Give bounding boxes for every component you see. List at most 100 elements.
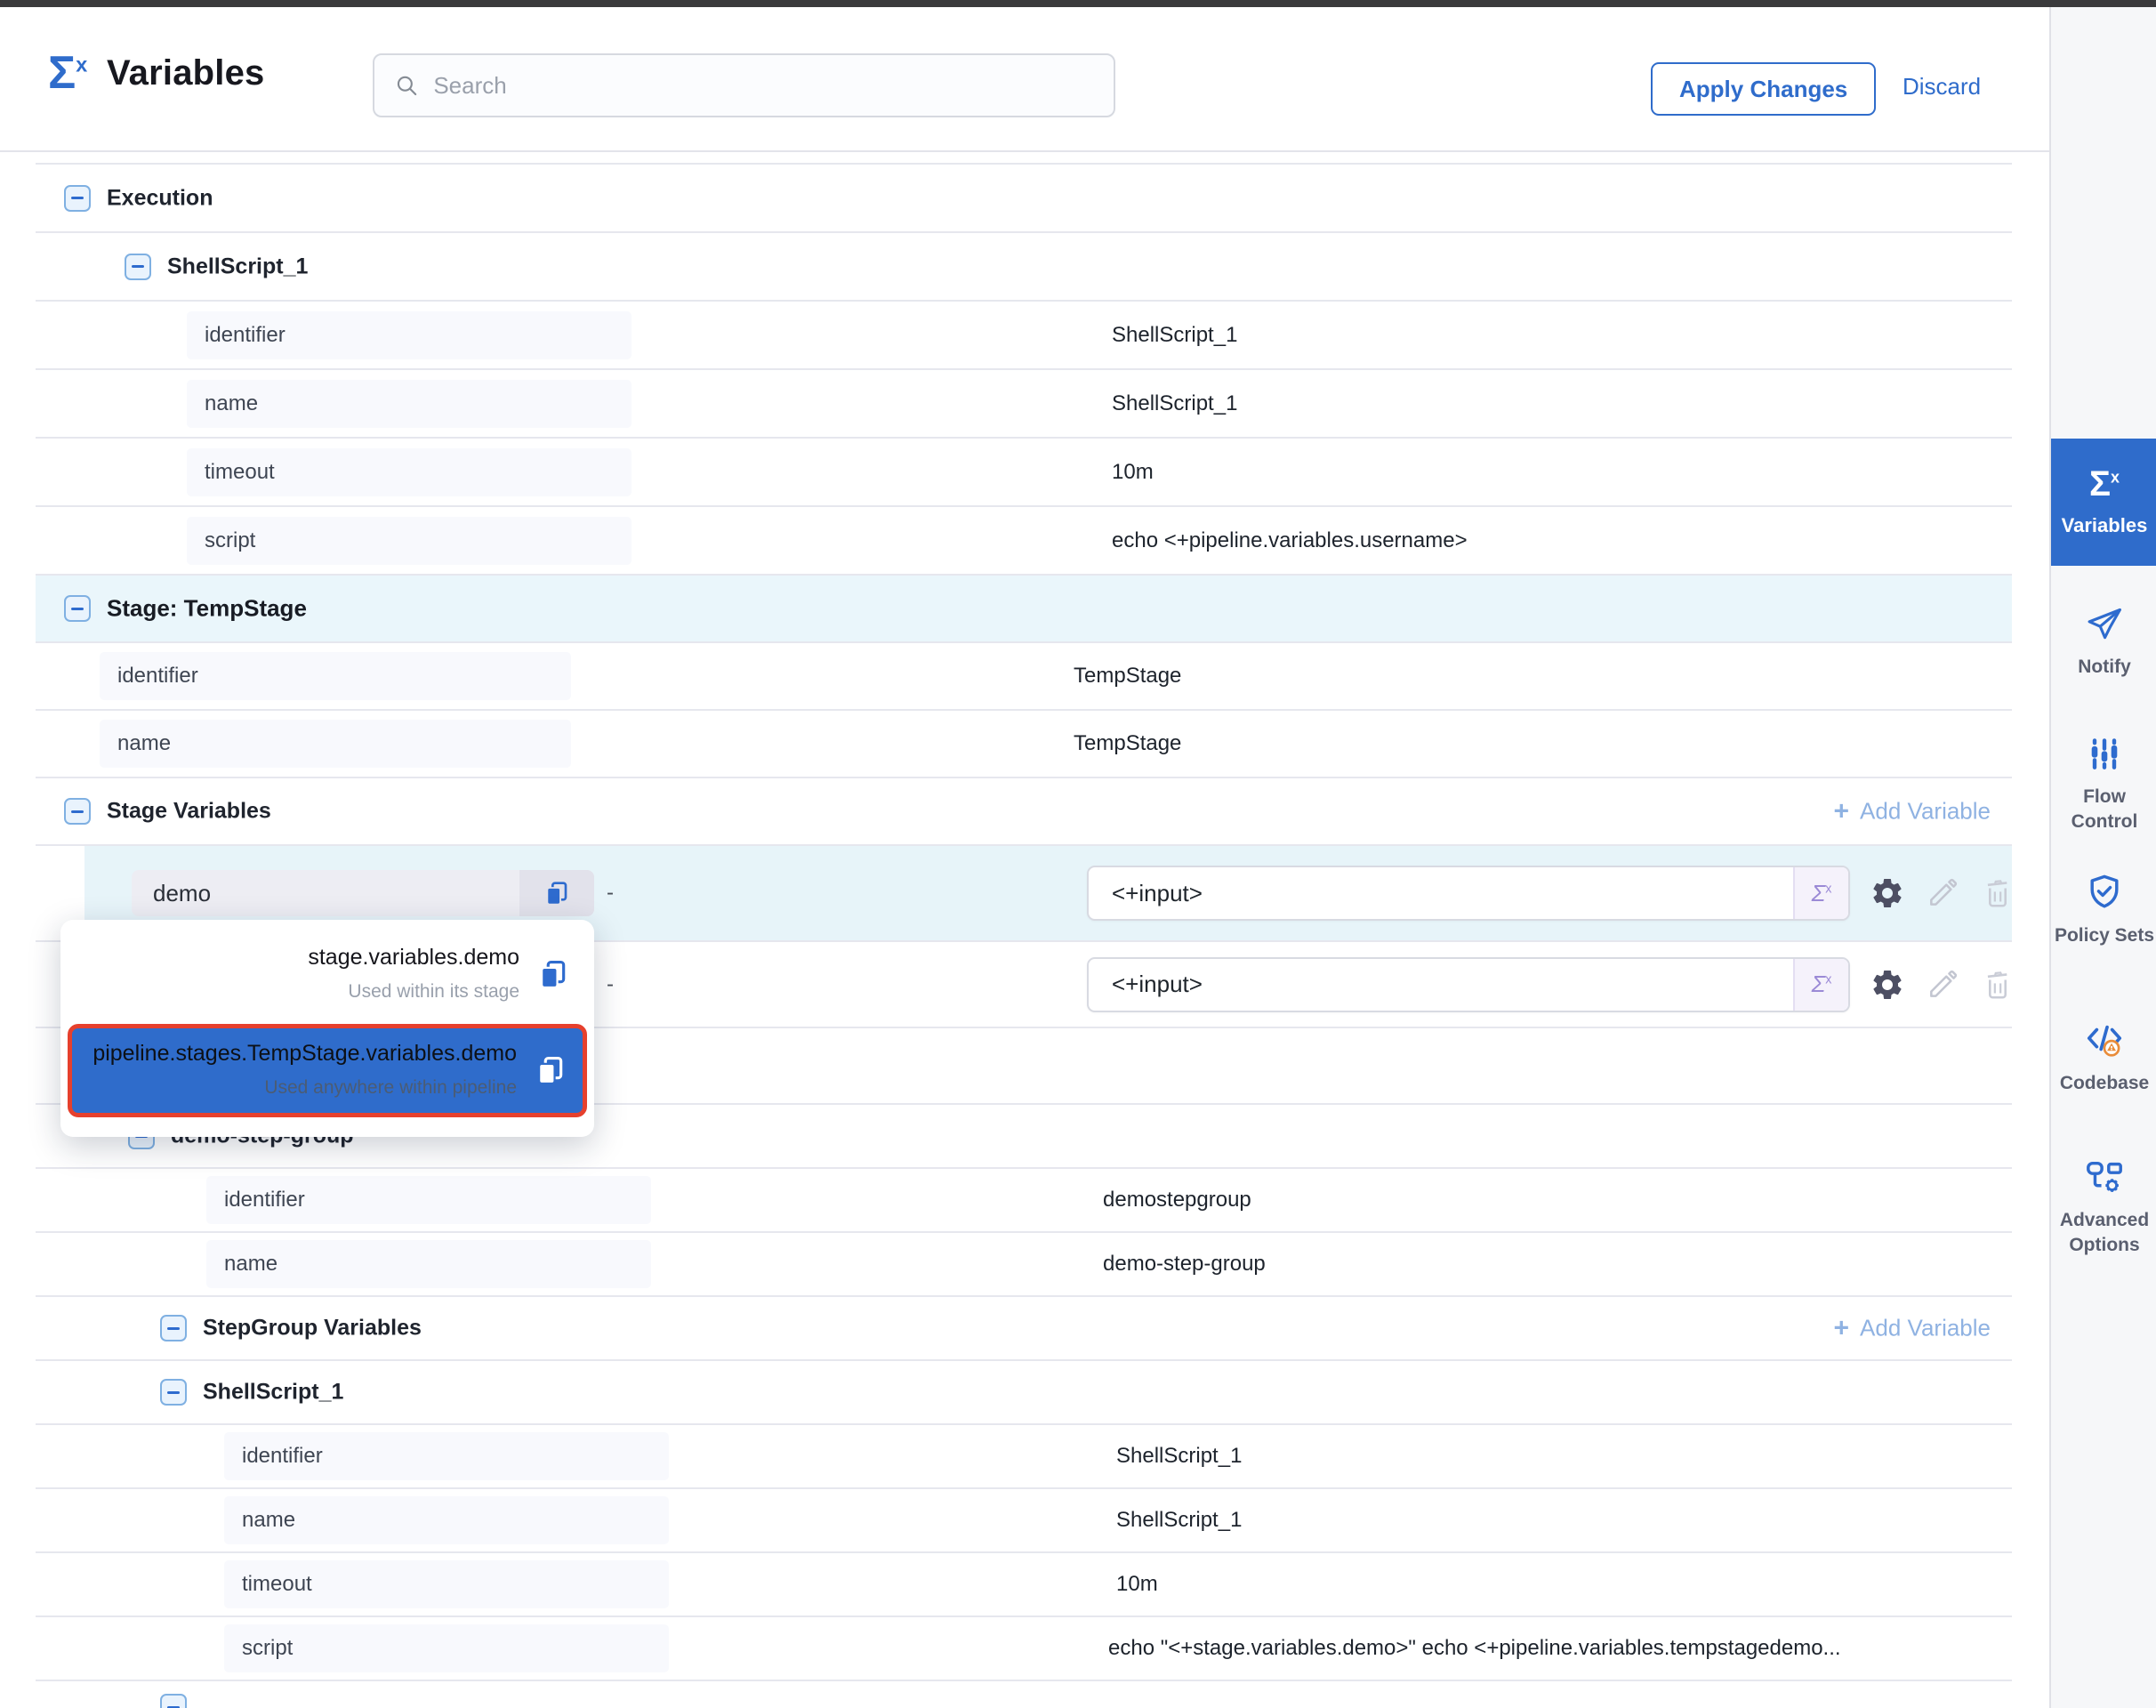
trash-icon xyxy=(1981,968,2015,1002)
sidebar-item-advanced-options[interactable]: Advanced Options xyxy=(2051,1156,2156,1259)
collapse-minus-icon[interactable] xyxy=(64,185,91,212)
value-text: demo-step-group xyxy=(1103,1252,1266,1277)
edit-button[interactable] xyxy=(1923,965,1962,1004)
value-text: ShellScript_1 xyxy=(1112,323,1237,348)
delete-button[interactable] xyxy=(1978,965,2017,1004)
discard-button[interactable]: Discard xyxy=(1903,73,1981,101)
sidebar-item-flow-control[interactable]: Flow Control xyxy=(2051,735,2156,835)
variable-scope-text: Used anywhere within pipeline xyxy=(93,1077,517,1099)
key-field: identifier xyxy=(187,311,632,359)
expression-sigma-icon[interactable]: Σx xyxy=(1793,959,1848,1011)
tree-label: Stage: TempStage xyxy=(107,595,307,623)
value-text: 10m xyxy=(1116,1572,1158,1597)
variable-path-popup: stage.variables.demo Used within its sta… xyxy=(60,920,594,1137)
plus-icon: + xyxy=(1834,798,1850,825)
variables-sigma-logo-icon: Σx xyxy=(48,50,87,96)
variable-name: demo xyxy=(132,880,519,907)
tree-label: Stage Variables xyxy=(107,799,271,825)
delete-button[interactable] xyxy=(1978,874,2017,913)
key-field: script xyxy=(187,517,632,565)
search-box[interactable] xyxy=(373,53,1115,117)
sliders-icon xyxy=(2085,735,2124,774)
copy-icon[interactable] xyxy=(533,1053,567,1087)
collapse-minus-icon[interactable] xyxy=(160,1694,187,1708)
sidebar-item-policy-sets[interactable]: Policy Sets xyxy=(2051,872,2156,948)
tree-row-execution[interactable]: Execution xyxy=(36,165,2012,233)
key-field: identifier xyxy=(224,1432,669,1480)
add-variable-button[interactable]: + Add Variable xyxy=(1834,798,1991,826)
sidebar-item-label: Codebase xyxy=(2060,1071,2149,1096)
key-field: name xyxy=(206,1240,651,1288)
copy-button[interactable] xyxy=(519,870,594,916)
runtime-input-value: <+input> xyxy=(1089,880,1793,907)
copy-icon[interactable] xyxy=(535,957,569,991)
pencil-icon xyxy=(1926,968,1959,1002)
key-field: identifier xyxy=(100,652,571,700)
tree-row-shellscript1-inner[interactable]: ShellScript_1 xyxy=(36,1361,2012,1425)
collapse-minus-icon[interactable] xyxy=(125,254,151,280)
add-variable-label: Add Variable xyxy=(1860,798,1991,826)
kv-row-group-name: name demo-step-group xyxy=(36,1233,2012,1297)
tree-row-partial[interactable] xyxy=(36,1681,2012,1708)
value-text: ShellScript_1 xyxy=(1116,1444,1242,1469)
tree-label: ShellScript_1 xyxy=(203,1380,343,1406)
kv-row-stage-name: name TempStage xyxy=(36,711,2012,778)
paper-plane-icon xyxy=(2085,605,2124,644)
description-dash: - xyxy=(607,972,614,997)
variable-value-input[interactable]: <+input> Σx xyxy=(1087,866,1850,921)
collapse-minus-icon[interactable] xyxy=(160,1315,187,1341)
collapse-minus-icon[interactable] xyxy=(160,1379,187,1406)
variable-path-option-stage[interactable]: stage.variables.demo Used within its sta… xyxy=(60,943,594,1020)
panel-header: Σx Variables Apply Changes Discard xyxy=(0,7,2049,152)
sidebar-item-label: Flow Control xyxy=(2051,785,2156,835)
settings-button[interactable] xyxy=(1868,965,1907,1004)
collapse-minus-icon[interactable] xyxy=(64,798,91,825)
gear-icon xyxy=(1870,875,1905,911)
kv-row-name: name ShellScript_1 xyxy=(36,1489,2012,1553)
value-text: ShellScript_1 xyxy=(1112,391,1237,416)
sigma-x-icon: Σx xyxy=(2089,466,2120,502)
value-text: echo <+pipeline.variables.username> xyxy=(1112,528,1468,553)
variable-value-input[interactable]: <+input> Σx xyxy=(1087,957,1850,1012)
sidebar-item-variables[interactable]: Σx Variables xyxy=(2051,439,2156,566)
add-variable-label: Add Variable xyxy=(1860,1315,1991,1342)
variable-scope-text: Used within its stage xyxy=(308,981,519,1003)
kv-row-name: name ShellScript_1 xyxy=(36,370,2012,439)
apply-changes-button[interactable]: Apply Changes xyxy=(1651,62,1876,116)
sigma-sup: x xyxy=(76,53,87,77)
runtime-input-value: <+input> xyxy=(1089,971,1793,998)
kv-row-timeout: timeout 10m xyxy=(36,439,2012,507)
variable-name-field[interactable]: demo xyxy=(132,870,594,916)
variable-path-text: stage.variables.demo xyxy=(308,945,519,971)
tree-row-stage-tempstage[interactable]: Stage: TempStage xyxy=(36,576,2012,643)
sidebar-item-codebase[interactable]: Codebase xyxy=(2051,1019,2156,1096)
gear-icon xyxy=(1870,967,1905,1003)
sidebar-item-label: Policy Sets xyxy=(2055,923,2154,948)
shield-check-icon xyxy=(2084,872,2125,913)
kv-row-group-identifier: identifier demostepgroup xyxy=(36,1169,2012,1233)
flowchart-gear-icon xyxy=(2084,1156,2125,1197)
tree-row-stepgroup-variables[interactable]: StepGroup Variables + Add Variable xyxy=(36,1297,2012,1361)
copy-icon xyxy=(543,879,571,907)
search-input[interactable] xyxy=(433,72,1094,100)
sidebar-item-notify[interactable]: Notify xyxy=(2051,605,2156,680)
plus-icon: + xyxy=(1834,1315,1850,1341)
value-text: echo "<+stage.variables.demo>" echo <+pi… xyxy=(1108,1636,1841,1661)
collapse-minus-icon[interactable] xyxy=(64,595,91,622)
key-field: name xyxy=(187,380,632,428)
value-text: TempStage xyxy=(1074,731,1181,756)
variable-path-text: pipeline.stages.TempStage.variables.demo xyxy=(93,1041,517,1067)
expression-sigma-icon[interactable]: Σx xyxy=(1793,867,1848,919)
tree-row-stage-variables[interactable]: Stage Variables + Add Variable xyxy=(36,778,2012,846)
add-variable-button[interactable]: + Add Variable xyxy=(1834,1315,1991,1342)
kv-row-script: script echo "<+stage.variables.demo>" ec… xyxy=(36,1617,2012,1681)
tree-row-shellscript1[interactable]: ShellScript_1 xyxy=(36,233,2012,302)
variables-panel-screen: Σx Variables Apply Changes Discard Execu… xyxy=(0,0,2156,1708)
variable-path-option-pipeline[interactable]: pipeline.stages.TempStage.variables.demo… xyxy=(68,1024,587,1117)
sigma-glyph: Σ xyxy=(48,47,76,99)
edit-button[interactable] xyxy=(1923,874,1962,913)
settings-button[interactable] xyxy=(1868,874,1907,913)
page-title: Variables xyxy=(107,53,264,93)
key-field: timeout xyxy=(224,1560,669,1608)
key-field: name xyxy=(100,720,571,768)
